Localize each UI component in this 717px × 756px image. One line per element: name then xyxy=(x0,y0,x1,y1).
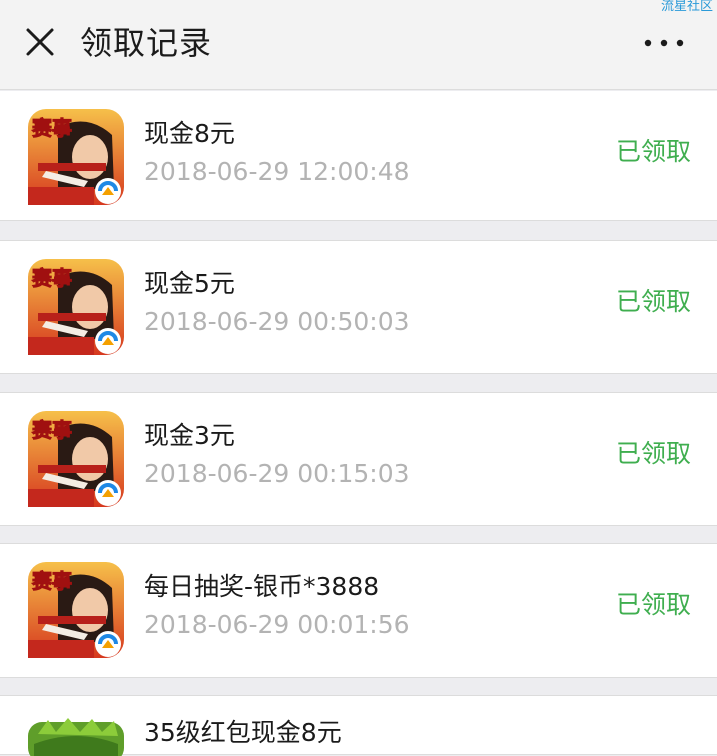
record-row[interactable]: 35级红包现金8元 xyxy=(0,695,717,756)
game-app-icon: 赛事 xyxy=(28,109,124,205)
more-icon[interactable] xyxy=(640,30,688,56)
record-title: 现金3元 xyxy=(144,421,235,450)
svg-text:赛事: 赛事 xyxy=(31,569,72,593)
record-title: 每日抽奖-银币*3888 xyxy=(144,572,380,601)
record-time: 2018-06-29 12:00:48 xyxy=(144,157,410,186)
record-status: 已领取 xyxy=(615,439,691,468)
record-status: 已领取 xyxy=(615,287,691,316)
game-app-icon xyxy=(28,718,124,756)
top-bar: 领取记录 流星社区 xyxy=(0,0,717,90)
record-time: 2018-06-29 00:01:56 xyxy=(144,610,410,639)
record-title: 现金8元 xyxy=(144,119,235,148)
record-title: 35级红包现金8元 xyxy=(144,718,342,747)
record-time: 2018-06-29 00:50:03 xyxy=(144,307,410,336)
svg-text:赛事: 赛事 xyxy=(31,116,72,140)
record-row[interactable]: 赛事 每日抽奖-银币*3888 2018-06-29 00:01:56 已领取 xyxy=(0,543,717,678)
record-status: 已领取 xyxy=(615,590,691,619)
record-row[interactable]: 赛事 现金8元 2018-06-29 12:00:48 已领取 xyxy=(0,91,717,221)
game-app-icon: 赛事 xyxy=(28,411,124,507)
close-icon[interactable] xyxy=(22,24,58,60)
game-app-icon: 赛事 xyxy=(28,259,124,355)
record-time: 2018-06-29 00:15:03 xyxy=(144,459,410,488)
svg-text:赛事: 赛事 xyxy=(31,418,72,442)
record-row[interactable]: 赛事 现金5元 2018-06-29 00:50:03 已领取 xyxy=(0,240,717,374)
record-status: 已领取 xyxy=(615,137,691,166)
game-app-icon: 赛事 xyxy=(28,562,124,658)
record-title: 现金5元 xyxy=(144,269,235,298)
svg-text:赛事: 赛事 xyxy=(31,266,72,290)
watermark-text: 流星社区 xyxy=(660,0,713,14)
page-title: 领取记录 xyxy=(80,24,213,62)
record-row[interactable]: 赛事 现金3元 2018-06-29 00:15:03 已领取 xyxy=(0,392,717,526)
